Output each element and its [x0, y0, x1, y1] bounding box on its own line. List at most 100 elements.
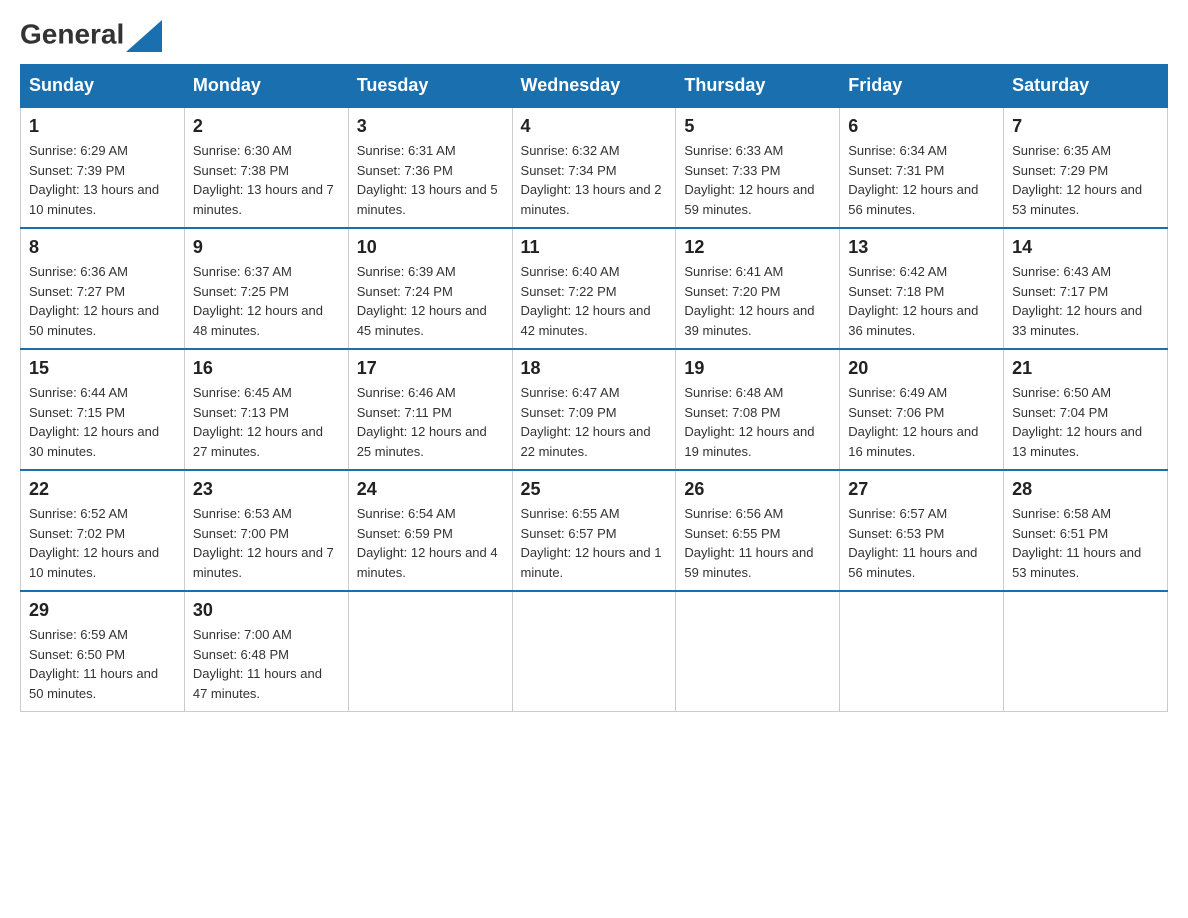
calendar-cell: 24 Sunrise: 6:54 AM Sunset: 6:59 PM Dayl…	[348, 470, 512, 591]
weekday-header-tuesday: Tuesday	[348, 65, 512, 108]
day-info: Sunrise: 6:53 AM Sunset: 7:00 PM Dayligh…	[193, 504, 340, 582]
day-number: 3	[357, 116, 504, 137]
day-info: Sunrise: 6:46 AM Sunset: 7:11 PM Dayligh…	[357, 383, 504, 461]
day-info: Sunrise: 6:54 AM Sunset: 6:59 PM Dayligh…	[357, 504, 504, 582]
day-number: 23	[193, 479, 340, 500]
day-info: Sunrise: 6:32 AM Sunset: 7:34 PM Dayligh…	[521, 141, 668, 219]
calendar-cell: 22 Sunrise: 6:52 AM Sunset: 7:02 PM Dayl…	[21, 470, 185, 591]
day-number: 1	[29, 116, 176, 137]
weekday-header-friday: Friday	[840, 65, 1004, 108]
day-info: Sunrise: 6:30 AM Sunset: 7:38 PM Dayligh…	[193, 141, 340, 219]
calendar-cell: 27 Sunrise: 6:57 AM Sunset: 6:53 PM Dayl…	[840, 470, 1004, 591]
day-info: Sunrise: 6:31 AM Sunset: 7:36 PM Dayligh…	[357, 141, 504, 219]
day-number: 16	[193, 358, 340, 379]
calendar-cell	[512, 591, 676, 712]
day-info: Sunrise: 6:36 AM Sunset: 7:27 PM Dayligh…	[29, 262, 176, 340]
calendar-cell: 4 Sunrise: 6:32 AM Sunset: 7:34 PM Dayli…	[512, 107, 676, 228]
calendar-cell: 19 Sunrise: 6:48 AM Sunset: 7:08 PM Dayl…	[676, 349, 840, 470]
day-number: 22	[29, 479, 176, 500]
calendar-table: SundayMondayTuesdayWednesdayThursdayFrid…	[20, 64, 1168, 712]
day-info: Sunrise: 6:45 AM Sunset: 7:13 PM Dayligh…	[193, 383, 340, 461]
calendar-cell: 11 Sunrise: 6:40 AM Sunset: 7:22 PM Dayl…	[512, 228, 676, 349]
day-number: 5	[684, 116, 831, 137]
calendar-cell: 16 Sunrise: 6:45 AM Sunset: 7:13 PM Dayl…	[184, 349, 348, 470]
day-info: Sunrise: 6:59 AM Sunset: 6:50 PM Dayligh…	[29, 625, 176, 703]
logo-general-text: General	[20, 18, 124, 49]
day-info: Sunrise: 6:41 AM Sunset: 7:20 PM Dayligh…	[684, 262, 831, 340]
calendar-cell: 3 Sunrise: 6:31 AM Sunset: 7:36 PM Dayli…	[348, 107, 512, 228]
day-info: Sunrise: 6:58 AM Sunset: 6:51 PM Dayligh…	[1012, 504, 1159, 582]
day-number: 19	[684, 358, 831, 379]
calendar-cell: 26 Sunrise: 6:56 AM Sunset: 6:55 PM Dayl…	[676, 470, 840, 591]
day-number: 12	[684, 237, 831, 258]
calendar-week-row: 1 Sunrise: 6:29 AM Sunset: 7:39 PM Dayli…	[21, 107, 1168, 228]
day-number: 20	[848, 358, 995, 379]
calendar-cell: 2 Sunrise: 6:30 AM Sunset: 7:38 PM Dayli…	[184, 107, 348, 228]
weekday-header-thursday: Thursday	[676, 65, 840, 108]
day-number: 10	[357, 237, 504, 258]
day-number: 14	[1012, 237, 1159, 258]
calendar-cell: 7 Sunrise: 6:35 AM Sunset: 7:29 PM Dayli…	[1004, 107, 1168, 228]
day-number: 9	[193, 237, 340, 258]
day-number: 15	[29, 358, 176, 379]
day-number: 29	[29, 600, 176, 621]
calendar-cell: 8 Sunrise: 6:36 AM Sunset: 7:27 PM Dayli…	[21, 228, 185, 349]
weekday-header-sunday: Sunday	[21, 65, 185, 108]
day-info: Sunrise: 6:52 AM Sunset: 7:02 PM Dayligh…	[29, 504, 176, 582]
calendar-cell	[1004, 591, 1168, 712]
calendar-week-row: 15 Sunrise: 6:44 AM Sunset: 7:15 PM Dayl…	[21, 349, 1168, 470]
day-info: Sunrise: 6:55 AM Sunset: 6:57 PM Dayligh…	[521, 504, 668, 582]
day-number: 26	[684, 479, 831, 500]
calendar-cell: 29 Sunrise: 6:59 AM Sunset: 6:50 PM Dayl…	[21, 591, 185, 712]
calendar-cell: 1 Sunrise: 6:29 AM Sunset: 7:39 PM Dayli…	[21, 107, 185, 228]
calendar-cell: 23 Sunrise: 6:53 AM Sunset: 7:00 PM Dayl…	[184, 470, 348, 591]
day-number: 4	[521, 116, 668, 137]
day-info: Sunrise: 6:33 AM Sunset: 7:33 PM Dayligh…	[684, 141, 831, 219]
day-number: 17	[357, 358, 504, 379]
calendar-week-row: 8 Sunrise: 6:36 AM Sunset: 7:27 PM Dayli…	[21, 228, 1168, 349]
calendar-cell: 18 Sunrise: 6:47 AM Sunset: 7:09 PM Dayl…	[512, 349, 676, 470]
calendar-cell: 6 Sunrise: 6:34 AM Sunset: 7:31 PM Dayli…	[840, 107, 1004, 228]
day-number: 18	[521, 358, 668, 379]
calendar-cell: 20 Sunrise: 6:49 AM Sunset: 7:06 PM Dayl…	[840, 349, 1004, 470]
logo: General	[20, 20, 162, 48]
calendar-cell: 5 Sunrise: 6:33 AM Sunset: 7:33 PM Dayli…	[676, 107, 840, 228]
calendar-cell	[840, 591, 1004, 712]
day-number: 7	[1012, 116, 1159, 137]
calendar-cell: 28 Sunrise: 6:58 AM Sunset: 6:51 PM Dayl…	[1004, 470, 1168, 591]
day-info: Sunrise: 6:35 AM Sunset: 7:29 PM Dayligh…	[1012, 141, 1159, 219]
day-info: Sunrise: 6:44 AM Sunset: 7:15 PM Dayligh…	[29, 383, 176, 461]
day-info: Sunrise: 6:47 AM Sunset: 7:09 PM Dayligh…	[521, 383, 668, 461]
day-number: 6	[848, 116, 995, 137]
day-number: 27	[848, 479, 995, 500]
page-header: General	[20, 20, 1168, 48]
day-number: 25	[521, 479, 668, 500]
calendar-week-row: 22 Sunrise: 6:52 AM Sunset: 7:02 PM Dayl…	[21, 470, 1168, 591]
day-info: Sunrise: 6:43 AM Sunset: 7:17 PM Dayligh…	[1012, 262, 1159, 340]
day-info: Sunrise: 6:37 AM Sunset: 7:25 PM Dayligh…	[193, 262, 340, 340]
day-number: 2	[193, 116, 340, 137]
calendar-cell	[676, 591, 840, 712]
day-info: Sunrise: 6:50 AM Sunset: 7:04 PM Dayligh…	[1012, 383, 1159, 461]
calendar-cell	[348, 591, 512, 712]
calendar-cell: 25 Sunrise: 6:55 AM Sunset: 6:57 PM Dayl…	[512, 470, 676, 591]
calendar-cell: 21 Sunrise: 6:50 AM Sunset: 7:04 PM Dayl…	[1004, 349, 1168, 470]
calendar-cell: 12 Sunrise: 6:41 AM Sunset: 7:20 PM Dayl…	[676, 228, 840, 349]
day-info: Sunrise: 6:49 AM Sunset: 7:06 PM Dayligh…	[848, 383, 995, 461]
day-number: 11	[521, 237, 668, 258]
day-number: 8	[29, 237, 176, 258]
day-number: 30	[193, 600, 340, 621]
day-info: Sunrise: 6:56 AM Sunset: 6:55 PM Dayligh…	[684, 504, 831, 582]
day-info: Sunrise: 7:00 AM Sunset: 6:48 PM Dayligh…	[193, 625, 340, 703]
day-info: Sunrise: 6:29 AM Sunset: 7:39 PM Dayligh…	[29, 141, 176, 219]
calendar-cell: 17 Sunrise: 6:46 AM Sunset: 7:11 PM Dayl…	[348, 349, 512, 470]
day-info: Sunrise: 6:42 AM Sunset: 7:18 PM Dayligh…	[848, 262, 995, 340]
weekday-header-monday: Monday	[184, 65, 348, 108]
weekday-header-wednesday: Wednesday	[512, 65, 676, 108]
day-number: 13	[848, 237, 995, 258]
calendar-cell: 13 Sunrise: 6:42 AM Sunset: 7:18 PM Dayl…	[840, 228, 1004, 349]
day-info: Sunrise: 6:48 AM Sunset: 7:08 PM Dayligh…	[684, 383, 831, 461]
logo-triangle-icon	[126, 20, 162, 52]
weekday-header-row: SundayMondayTuesdayWednesdayThursdayFrid…	[21, 65, 1168, 108]
day-info: Sunrise: 6:39 AM Sunset: 7:24 PM Dayligh…	[357, 262, 504, 340]
